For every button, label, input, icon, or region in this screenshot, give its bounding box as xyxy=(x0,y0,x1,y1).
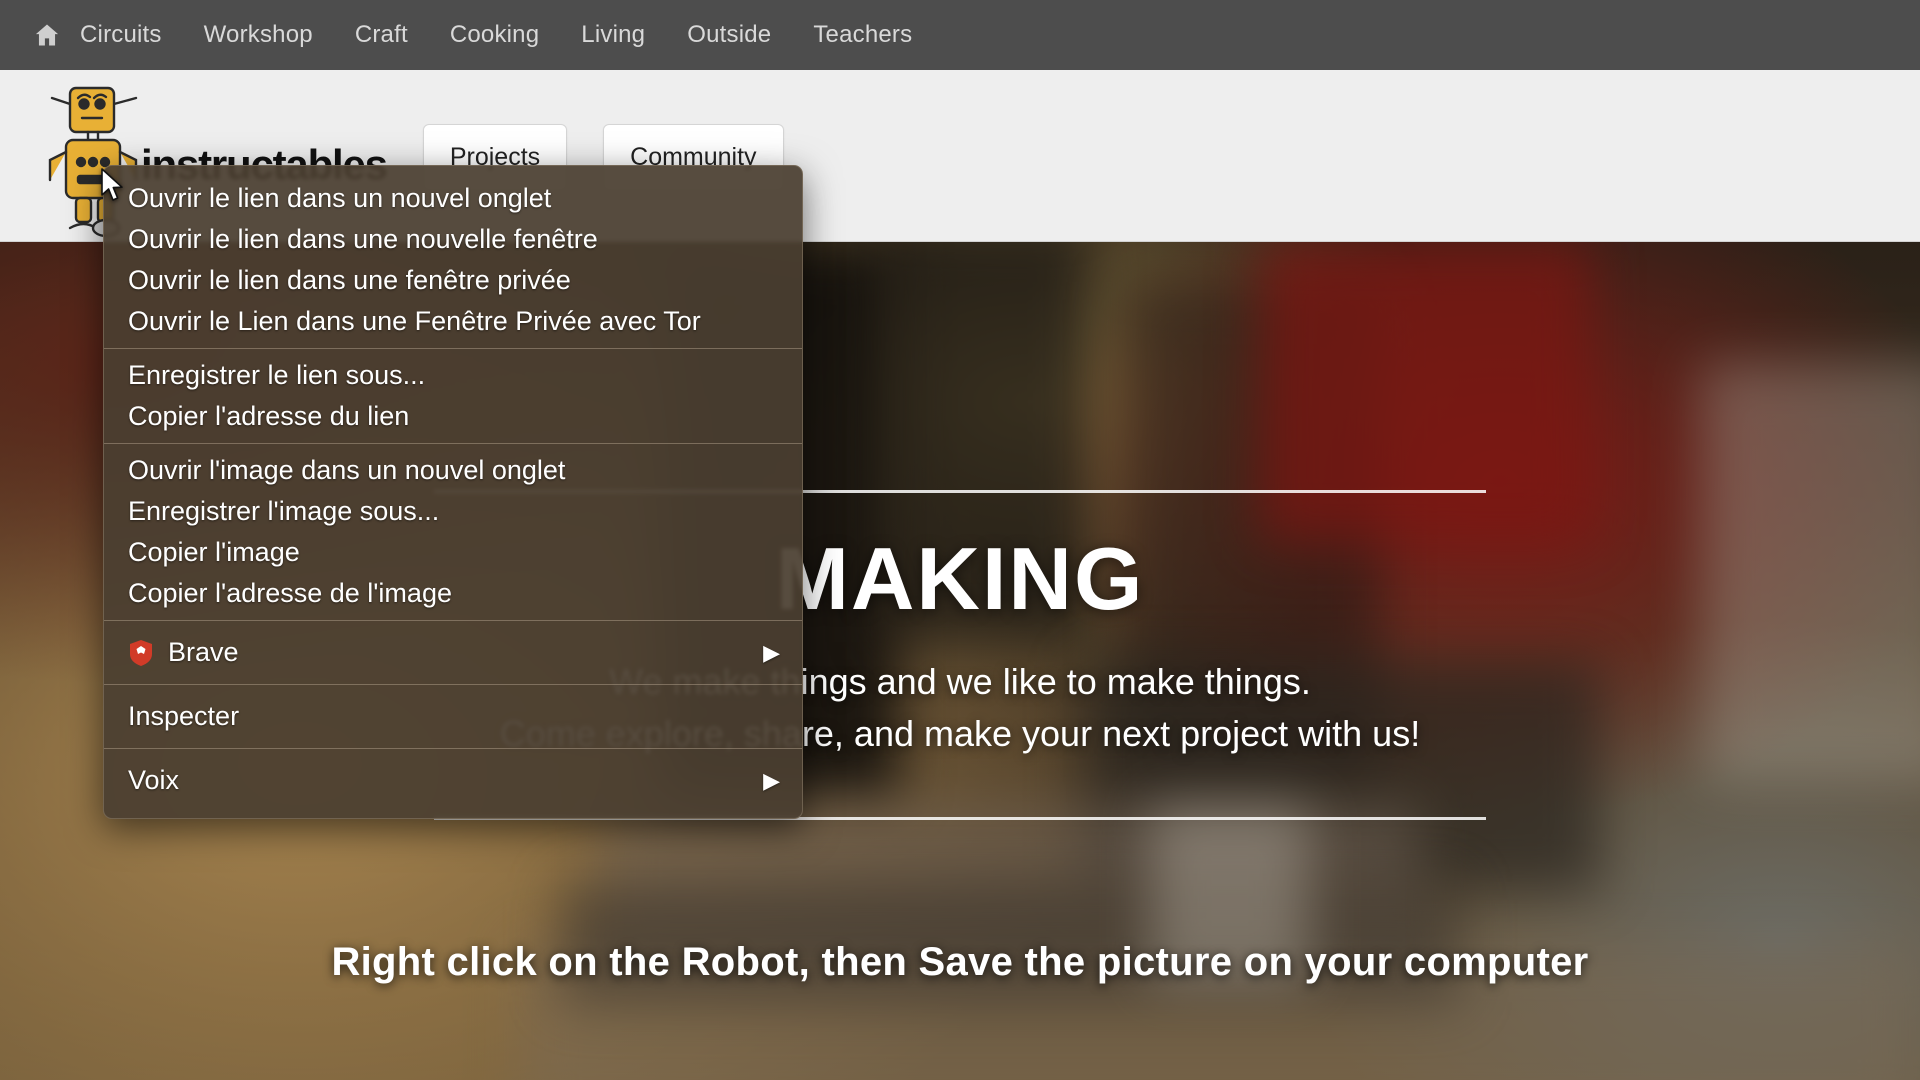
menu-item-ouvrir-l-image-dans-un-nouvel-onglet[interactable]: Ouvrir l'image dans un nouvel onglet xyxy=(104,450,802,491)
triangle-right-icon: ▶ xyxy=(763,642,780,664)
menu-item-label: Copier l'adresse du lien xyxy=(128,401,780,432)
menu-item-enregistrer-le-lien-sous[interactable]: Enregistrer le lien sous... xyxy=(104,355,802,396)
brave-lion-icon xyxy=(128,639,158,667)
menu-group: Ouvrir le lien dans un nouvel onglet Ouvr… xyxy=(104,172,802,348)
menu-item-label: Brave xyxy=(168,637,763,668)
instruction-caption: Right click on the Robot, then Save the … xyxy=(0,940,1920,985)
menu-group: Inspecter xyxy=(104,685,802,748)
menu-item-inspecter[interactable]: Inspecter xyxy=(104,691,802,742)
menu-group: Ouvrir l'image dans un nouvel onglet Enre… xyxy=(104,444,802,620)
menu-item-label: Voix xyxy=(128,765,763,796)
menu-group: Enregistrer le lien sous... Copier l'adre… xyxy=(104,349,802,443)
hero-title: MAKING xyxy=(776,535,1145,623)
menu-item-ouvrir-le-lien-dans-une-fen-tre-priv-e[interactable]: Ouvrir le lien dans une fenêtre privée xyxy=(104,260,802,301)
top-navigation-bar: Circuits Workshop Craft Cooking Living O… xyxy=(0,0,1920,70)
menu-item-ouvrir-le-lien-dans-un-nouvel-onglet[interactable]: Ouvrir le lien dans un nouvel onglet xyxy=(104,178,802,219)
menu-group: Brave▶ xyxy=(104,621,802,684)
triangle-right-icon: ▶ xyxy=(763,770,780,792)
menu-item-label: Ouvrir le Lien dans une Fenêtre Privée a… xyxy=(128,306,780,337)
nav-link-outside[interactable]: Outside xyxy=(687,21,771,49)
menu-item-label: Copier l'adresse de l'image xyxy=(128,578,780,609)
menu-item-voix[interactable]: Voix▶ xyxy=(104,755,802,806)
nav-link-cooking[interactable]: Cooking xyxy=(450,21,539,49)
menu-item-label: Enregistrer le lien sous... xyxy=(128,360,780,391)
menu-group: Voix▶ xyxy=(104,749,802,812)
menu-item-brave[interactable]: Brave▶ xyxy=(104,627,802,678)
nav-link-teachers[interactable]: Teachers xyxy=(813,21,912,49)
menu-item-label: Enregistrer l'image sous... xyxy=(128,496,780,527)
menu-item-ouvrir-le-lien-dans-une-fen-tre-priv-e-a[interactable]: Ouvrir le Lien dans une Fenêtre Privée a… xyxy=(104,301,802,342)
menu-item-label: Ouvrir le lien dans un nouvel onglet xyxy=(128,183,780,214)
menu-item-copier-l-adresse-du-lien[interactable]: Copier l'adresse du lien xyxy=(104,396,802,437)
context-menu[interactable]: Ouvrir le lien dans un nouvel onglet Ouvr… xyxy=(103,165,803,819)
nav-link-workshop[interactable]: Workshop xyxy=(204,21,313,49)
menu-item-copier-l-adresse-de-l-image[interactable]: Copier l'adresse de l'image xyxy=(104,573,802,614)
menu-item-label: Ouvrir l'image dans un nouvel onglet xyxy=(128,455,780,486)
nav-link-circuits[interactable]: Circuits xyxy=(80,21,162,49)
menu-item-copier-l-image[interactable]: Copier l'image xyxy=(104,532,802,573)
nav-link-living[interactable]: Living xyxy=(581,21,645,49)
menu-item-ouvrir-le-lien-dans-une-nouvelle-fen-tre[interactable]: Ouvrir le lien dans une nouvelle fenêtre xyxy=(104,219,802,260)
menu-item-label: Inspecter xyxy=(128,701,780,732)
menu-item-label: Ouvrir le lien dans une fenêtre privée xyxy=(128,265,780,296)
mouse-pointer-icon xyxy=(100,168,126,209)
menu-item-enregistrer-l-image-sous[interactable]: Enregistrer l'image sous... xyxy=(104,491,802,532)
menu-item-label: Ouvrir le lien dans une nouvelle fenêtre xyxy=(128,224,780,255)
menu-item-label: Copier l'image xyxy=(128,537,780,568)
nav-link-craft[interactable]: Craft xyxy=(355,21,408,49)
home-icon[interactable] xyxy=(32,20,62,50)
